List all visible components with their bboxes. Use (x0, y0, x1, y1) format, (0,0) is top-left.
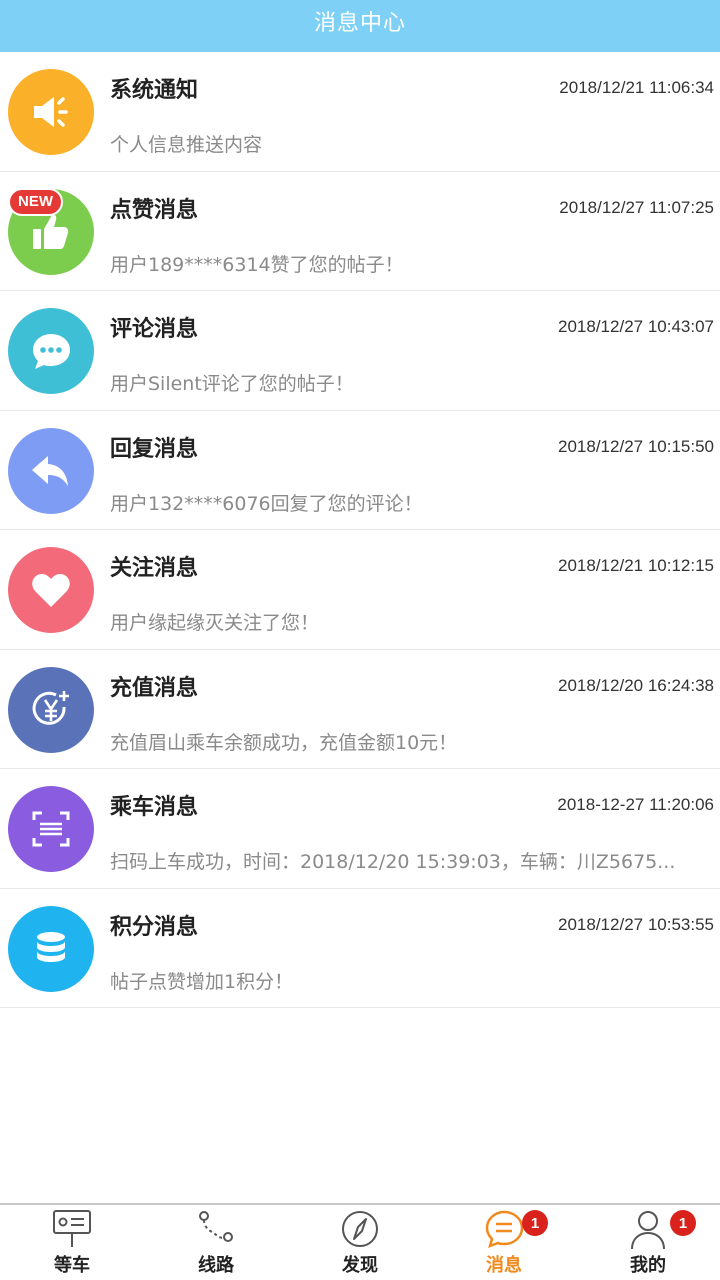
message-title: 系统通知 (110, 78, 199, 103)
message-title: 关注消息 (110, 556, 199, 581)
bus-stop-icon (53, 1210, 91, 1247)
compass-icon (342, 1211, 378, 1247)
message-time: 2018/12/21 10:12:15 (558, 556, 714, 575)
tab-profile[interactable]: 我的 1 (576, 1205, 720, 1280)
message-item-system[interactable]: 系统通知 2018/12/21 11:06:34 个人信息推送内容 (0, 52, 720, 172)
tab-messages[interactable]: 消息 1 (432, 1205, 576, 1280)
route-icon (199, 1211, 233, 1242)
tab-label: 发现 (342, 1255, 378, 1276)
tab-wait-bus[interactable]: 等车 (0, 1205, 144, 1280)
message-item-like[interactable]: NEW 点赞消息 2018/12/27 11:07:25 用户189****63… (0, 172, 720, 291)
message-list: 系统通知 2018/12/21 11:06:34 个人信息推送内容 NEW 点赞… (0, 52, 720, 1008)
message-item-reply[interactable]: 回复消息 2018/12/27 10:15:50 用户132****6076回复… (0, 411, 720, 530)
chat-bubble-icon (8, 308, 94, 394)
message-item-comment[interactable]: 评论消息 2018/12/27 10:43:07 用户Silent评论了您的帖子… (0, 291, 720, 411)
message-desc: 个人信息推送内容 (110, 134, 263, 156)
message-time: 2018-12-27 11:20:06 (557, 795, 714, 814)
message-time: 2018/12/27 10:15:50 (558, 436, 714, 456)
message-title: 积分消息 (110, 914, 199, 940)
heart-icon (8, 547, 94, 633)
yen-coin-icon (8, 666, 94, 753)
coin-stack-icon (8, 905, 94, 992)
speaker-icon (8, 69, 94, 155)
bottom-tab-bar: 等车 线路 发现 消息 1 我的 1 (0, 1203, 720, 1280)
message-time: 2018/12/20 16:24:38 (558, 675, 714, 695)
message-title: 回复消息 (110, 436, 199, 462)
unread-badge: 1 (522, 1210, 548, 1236)
tab-label: 线路 (198, 1255, 234, 1276)
message-time: 2018/12/27 11:07:25 (559, 197, 714, 217)
tab-discover[interactable]: 发现 (288, 1205, 432, 1280)
message-title: 评论消息 (110, 317, 199, 342)
message-time: 2018/12/27 10:43:07 (558, 317, 714, 336)
message-desc: 扫码上车成功，时间：2018/12/20 15:39:03，车辆：川Z5675.… (110, 851, 676, 873)
message-item-points[interactable]: 积分消息 2018/12/27 10:53:55 帖子点赞增加1积分！ (0, 889, 720, 1008)
reply-arrow-icon (8, 427, 94, 514)
tab-label: 等车 (54, 1255, 90, 1276)
header-bar: 消息中心 (0, 0, 720, 52)
message-time: 2018/12/27 10:53:55 (558, 914, 714, 934)
page-title: 消息中心 (313, 11, 406, 36)
message-title: 乘车消息 (110, 795, 199, 820)
new-badge: NEW (8, 187, 63, 216)
scan-frame-icon (8, 786, 94, 872)
message-title: 点赞消息 (110, 197, 199, 223)
message-item-ride[interactable]: 乘车消息 2018-12-27 11:20:06 扫码上车成功，时间：2018/… (0, 769, 720, 889)
message-desc: 用户缘起缘灭关注了您！ (110, 612, 320, 634)
message-desc: 用户189****6314赞了您的帖子！ (110, 253, 404, 276)
message-item-recharge[interactable]: 充值消息 2018/12/20 16:24:38 充值眉山乘车余额成功，充值金额… (0, 650, 720, 769)
message-title: 充值消息 (110, 675, 199, 701)
tab-label: 我的 (630, 1255, 666, 1276)
message-desc: 充值眉山乘车余额成功，充值金额10元！ (110, 731, 458, 754)
message-desc: 用户132****6076回复了您的评论！ (110, 492, 423, 515)
message-item-follow[interactable]: 关注消息 2018/12/21 10:12:15 用户缘起缘灭关注了您！ (0, 530, 720, 650)
message-time: 2018/12/21 11:06:34 (559, 78, 714, 97)
unread-badge: 1 (670, 1210, 696, 1236)
message-desc: 用户Silent评论了您的帖子！ (110, 373, 354, 395)
message-icon (485, 1210, 524, 1249)
message-desc: 帖子点赞增加1积分！ (110, 970, 294, 993)
user-icon (631, 1211, 665, 1250)
tab-label: 消息 (486, 1255, 522, 1276)
tab-routes[interactable]: 线路 (144, 1205, 288, 1280)
